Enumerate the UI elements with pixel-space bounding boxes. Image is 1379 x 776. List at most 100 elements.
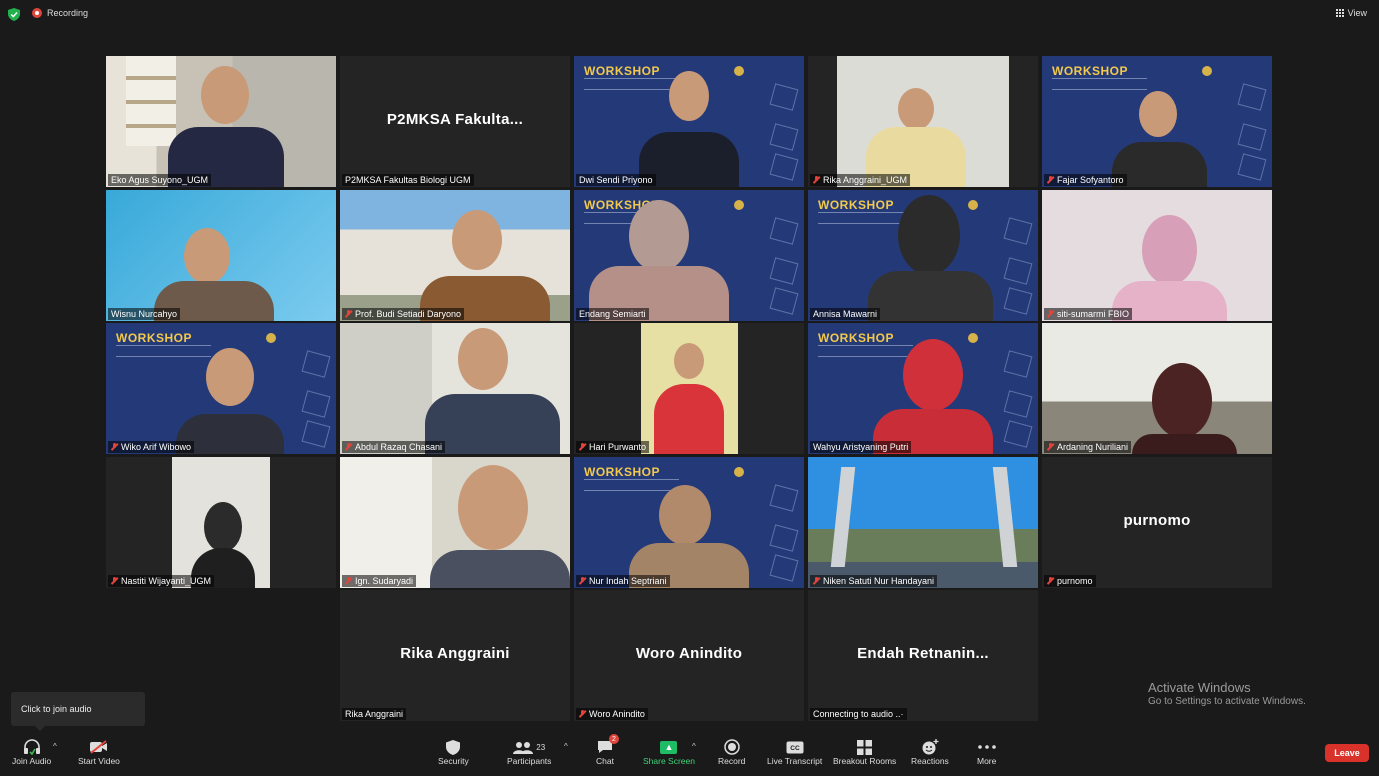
- start-video-button[interactable]: Start Video: [78, 738, 120, 766]
- participant-face: [1152, 363, 1212, 438]
- participant-name-label: Hari Purwanto: [576, 441, 650, 453]
- participant-tile-active-speaker[interactable]: WORKSHOP Wahyu Aristyaning Putri: [808, 323, 1038, 454]
- grid-view-icon: [1335, 9, 1344, 17]
- more-label: More: [977, 756, 997, 766]
- leave-button[interactable]: Leave: [1325, 744, 1369, 762]
- recording-indicator[interactable]: Recording: [32, 8, 88, 18]
- record-button[interactable]: Record: [718, 738, 745, 766]
- more-dots-icon: [977, 745, 996, 749]
- participant-tile[interactable]: Abdul Razaq Chasani: [340, 323, 570, 454]
- participant-tile[interactable]: Endah Retnanin... Connecting to audio ..…: [808, 590, 1038, 721]
- participant-face: [458, 328, 508, 390]
- participant-name-label: Prof. Budi Setiadi Daryono: [342, 308, 465, 320]
- security-button[interactable]: Security: [438, 738, 469, 766]
- participant-face: [1142, 215, 1197, 285]
- participant-name-label: Rika Anggraini: [342, 708, 407, 720]
- muted-mic-icon: [1047, 577, 1054, 585]
- view-button[interactable]: View: [1335, 8, 1367, 18]
- participant-face: [898, 88, 934, 130]
- participant-tile[interactable]: Rika Anggraini Rika Anggraini: [340, 590, 570, 721]
- reactions-button[interactable]: Reactions: [911, 738, 949, 766]
- meeting-topbar: Recording View: [0, 0, 1379, 28]
- participant-face: [659, 485, 711, 545]
- share-screen-chevron-icon[interactable]: ^: [692, 742, 696, 751]
- participant-face: [669, 71, 709, 121]
- participant-tile[interactable]: WORKSHOP Wiko Arif Wibowo: [106, 323, 336, 454]
- muted-mic-icon: [579, 710, 586, 718]
- live-transcript-button[interactable]: CC Live Transcript: [767, 738, 822, 766]
- participant-name-label: Eko Agus Suyono_UGM: [108, 174, 212, 186]
- participant-body: [654, 384, 724, 454]
- participant-tile[interactable]: Niken Satuti Nur Handayani: [808, 457, 1038, 588]
- participant-tile[interactable]: WORKSHOP Fajar Sofyantoro: [1042, 56, 1272, 187]
- muted-mic-icon: [1047, 310, 1054, 318]
- participant-tile[interactable]: Wisnu Nurcahyo: [106, 190, 336, 321]
- join-audio-button[interactable]: Join Audio: [12, 738, 51, 766]
- activate-windows-watermark: Activate Windows Go to Settings to activ…: [1148, 680, 1306, 707]
- record-icon: [723, 739, 740, 755]
- muted-mic-icon: [111, 577, 118, 585]
- workshop-title: WORKSHOP: [116, 331, 192, 345]
- participant-display-name: Woro Anindito: [635, 645, 743, 662]
- participant-name-label: Annisa Mawarni: [810, 308, 881, 320]
- join-audio-label: Join Audio: [12, 756, 52, 766]
- breakout-rooms-button[interactable]: Breakout Rooms: [833, 738, 896, 766]
- participant-tile[interactable]: Ardaning Nuriliani: [1042, 323, 1272, 454]
- participant-tile[interactable]: Eko Agus Suyono_UGM: [106, 56, 336, 187]
- participant-tile[interactable]: WORKSHOP Dwi Sendi Priyono: [574, 56, 804, 187]
- participant-tile[interactable]: Hari Purwanto: [574, 323, 804, 454]
- live-transcript-label: Live Transcript: [767, 756, 823, 766]
- workshop-title: WORKSHOP: [584, 465, 660, 479]
- join-audio-tooltip: Click to join audio: [11, 692, 145, 731]
- participant-tile[interactable]: Nastiti Wijayanti_UGM: [106, 457, 336, 588]
- participant-tile[interactable]: Prof. Budi Setiadi Daryono: [340, 190, 570, 321]
- participant-body: [430, 550, 570, 588]
- workshop-title: WORKSHOP: [818, 331, 894, 345]
- participant-name-label: Ardaning Nuriliani: [1044, 441, 1132, 453]
- participant-face: [201, 66, 249, 124]
- participant-tile[interactable]: siti-sumarmi FBIO: [1042, 190, 1272, 321]
- participant-tile[interactable]: Rika Anggraini_UGM: [808, 56, 1038, 187]
- shield-check-icon[interactable]: [8, 8, 20, 21]
- participant-name-label: Abdul Razaq Chasani: [342, 441, 446, 453]
- participants-icon: [513, 741, 534, 754]
- participant-body: [1132, 434, 1237, 454]
- participant-name-label: Niken Satuti Nur Handayani: [810, 575, 938, 587]
- record-dot-icon: [32, 8, 42, 18]
- activate-windows-title: Activate Windows: [1148, 680, 1251, 695]
- muted-mic-icon: [1047, 176, 1054, 184]
- participant-tile[interactable]: WORKSHOP Nur Indah Septriani: [574, 457, 804, 588]
- chat-button[interactable]: 2 Chat: [596, 734, 619, 766]
- workshop-title: WORKSHOP: [1052, 64, 1128, 78]
- participant-tile[interactable]: purnomo purnomo: [1042, 457, 1272, 588]
- share-screen-arrow-icon: ▲: [660, 740, 678, 754]
- participant-tile[interactable]: WORKSHOP Endang Semiarti: [574, 190, 804, 321]
- participant-name-label: Wisnu Nurcahyo: [108, 308, 181, 320]
- more-button[interactable]: More: [977, 738, 996, 766]
- participant-display-name: P2MKSA Fakulta...: [386, 111, 524, 128]
- participant-name-label: Nur Indah Septriani: [576, 575, 670, 587]
- workshop-title: WORKSHOP: [818, 198, 894, 212]
- participants-chevron-icon[interactable]: ^: [564, 742, 568, 751]
- participants-button[interactable]: 23 Participants: [507, 738, 551, 766]
- participant-face: [629, 200, 689, 272]
- participant-name-label: siti-sumarmi FBIO: [1044, 308, 1132, 320]
- participant-name-label: Wiko Arif Wibowo: [108, 441, 195, 453]
- security-label: Security: [438, 756, 469, 766]
- share-screen-button[interactable]: ▲ Share Screen: [643, 738, 695, 766]
- participant-name-label: Connecting to audio ..·: [810, 708, 907, 720]
- participant-face: [674, 343, 704, 379]
- participant-tile[interactable]: Ign. Sudaryadi: [340, 457, 570, 588]
- closed-caption-icon: CC: [786, 741, 804, 753]
- workshop-title: WORKSHOP: [584, 64, 660, 78]
- participant-tile[interactable]: WORKSHOP Annisa Mawarni: [808, 190, 1038, 321]
- participant-name-label: P2MKSA Fakultas Biologi UGM: [342, 174, 474, 186]
- participant-face: [452, 210, 502, 270]
- participant-tile[interactable]: P2MKSA Fakulta... P2MKSA Fakultas Biolog…: [340, 56, 570, 187]
- participant-name-label: Ign. Sudaryadi: [342, 575, 417, 587]
- participant-tile[interactable]: Woro Anindito Woro Anindito: [574, 590, 804, 721]
- audio-options-chevron-icon[interactable]: ^: [53, 742, 57, 751]
- muted-mic-icon: [345, 577, 352, 585]
- muted-mic-icon: [1047, 443, 1054, 451]
- participant-face: [204, 502, 242, 552]
